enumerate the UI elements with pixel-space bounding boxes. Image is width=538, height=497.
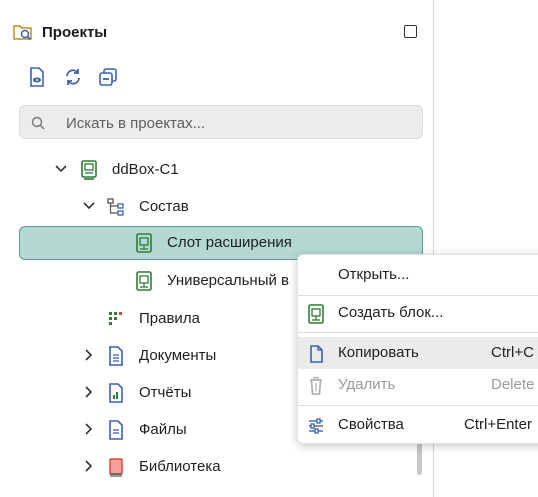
tree-item-label: Универсальный в (167, 272, 289, 289)
panel-header: Проекты (12, 20, 421, 46)
chevron-down-icon[interactable] (82, 199, 96, 213)
shortcut-label: Ctrl+C (491, 344, 534, 361)
chevron-right-icon[interactable] (82, 385, 96, 399)
tree-item-label: Документы (139, 347, 217, 364)
tree-item-label: Отчёты (139, 384, 192, 401)
settings-sliders-icon (309, 418, 323, 434)
tree-item-label: Файлы (139, 421, 187, 438)
shortcut-label: Delete (491, 376, 535, 393)
tree-item-composition[interactable]: Состав (0, 189, 433, 225)
panel-title: Проекты (42, 24, 108, 41)
context-menu: Открыть... Создать блок... Копировать Ct… (297, 254, 538, 444)
tree-item-label: Правила (139, 310, 200, 327)
chevron-right-icon[interactable] (82, 348, 96, 362)
menu-separator (298, 405, 538, 406)
projects-folder-icon (13, 25, 32, 41)
menu-item-copy[interactable]: Копировать Ctrl+C (298, 337, 538, 369)
menu-item-create-block[interactable]: Создать блок... (298, 297, 538, 329)
menu-item-open[interactable]: Открыть... (298, 259, 538, 291)
tree-item-label: Состав (139, 198, 189, 215)
report-chart-icon (109, 383, 123, 403)
menu-item-label: Свойства (338, 416, 404, 433)
tree-item-label: ddBox-C1 (112, 161, 179, 178)
documents-icon (109, 346, 123, 366)
view-document-icon[interactable] (26, 66, 48, 88)
tree-item-ddbox[interactable]: ddBox-C1 (0, 152, 433, 188)
menu-separator (298, 295, 538, 296)
block-icon (136, 271, 152, 291)
menu-item-label: Открыть... (338, 266, 410, 283)
menu-item-properties[interactable]: Свойства Ctrl+Enter (298, 409, 538, 441)
tree-item-label: Библиотека (139, 458, 221, 475)
chevron-down-icon[interactable] (54, 162, 68, 176)
search-input[interactable] (64, 112, 408, 134)
menu-item-label: Создать блок... (338, 304, 444, 321)
hierarchy-icon (107, 198, 124, 216)
menu-item-delete[interactable]: Удалить Delete (298, 369, 538, 401)
block-icon (308, 304, 324, 324)
tree-item-library[interactable]: Библиотека (0, 449, 433, 485)
tree-item-label: Слот расширения (167, 234, 292, 251)
menu-item-label: Удалить (338, 376, 396, 393)
chevron-right-icon[interactable] (82, 422, 96, 436)
device-icon (81, 160, 97, 180)
search-icon (31, 116, 45, 130)
library-book-icon (109, 458, 123, 477)
rules-grid-icon (109, 312, 122, 325)
menu-item-label: Копировать (338, 344, 419, 361)
maximize-button[interactable] (404, 25, 417, 38)
menu-separator (298, 332, 538, 333)
refresh-icon[interactable] (62, 66, 84, 88)
file-icon (109, 420, 123, 440)
search-box[interactable] (19, 105, 423, 139)
chevron-right-icon[interactable] (82, 459, 96, 473)
block-icon (136, 233, 152, 253)
collapse-all-icon[interactable] (97, 66, 119, 88)
shortcut-label: Ctrl+Enter (464, 416, 532, 433)
copy-icon (310, 345, 323, 363)
trash-icon (310, 376, 322, 395)
